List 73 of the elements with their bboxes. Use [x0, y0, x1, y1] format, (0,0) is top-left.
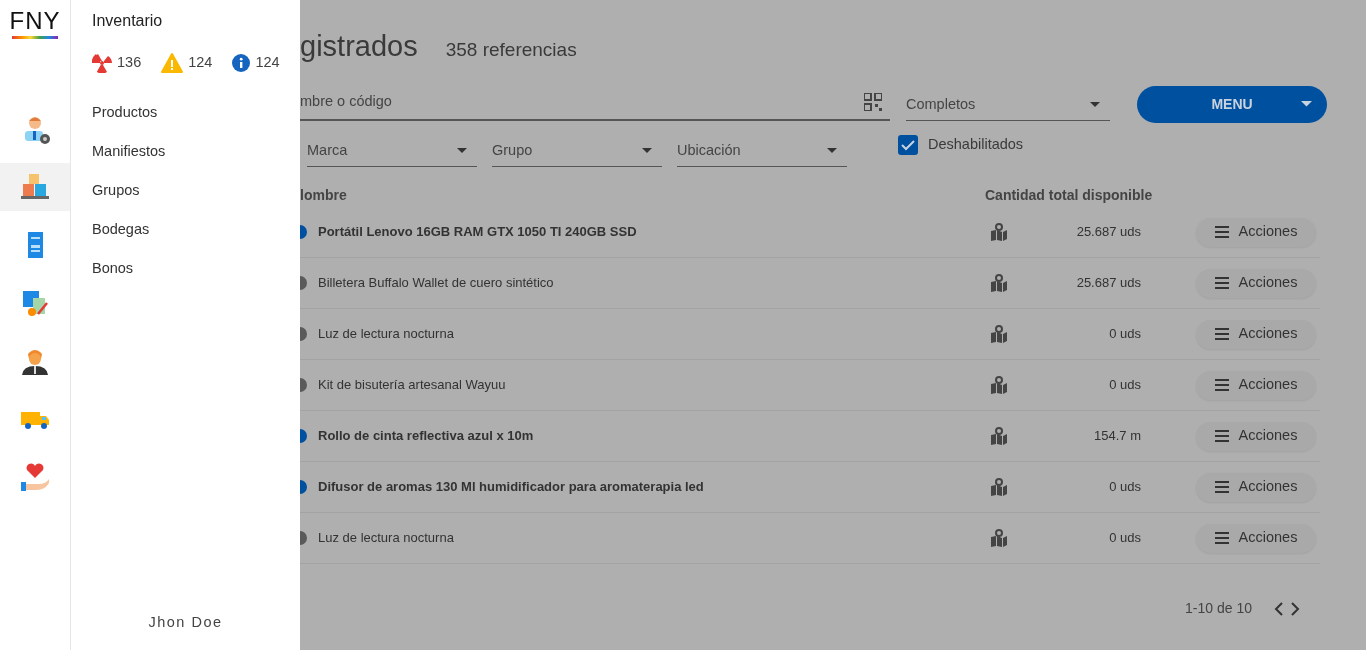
product-name: Luz de lectura nocturna — [318, 325, 455, 344]
map-icon[interactable] — [990, 376, 1008, 394]
menu-icon — [1214, 328, 1229, 340]
warning-icon — [161, 52, 184, 74]
map-icon[interactable] — [990, 325, 1008, 343]
column-header: lombre — [300, 186, 348, 205]
actions-button[interactable]: Acciones — [1196, 370, 1316, 400]
caret-icon — [1090, 102, 1100, 107]
actions-button[interactable]: Acciones — [1196, 421, 1316, 451]
map-icon[interactable] — [990, 274, 1008, 292]
alert-count: 124 — [188, 53, 213, 73]
menu-item[interactable]: Bonos — [92, 248, 300, 288]
menu-icon — [1214, 430, 1229, 442]
next-page-icon[interactable] — [1290, 601, 1300, 616]
filter-select[interactable]: Marca — [307, 135, 477, 167]
pagination-range: 1-10 de 10 — [1185, 599, 1252, 618]
filter-select[interactable]: Ubicación — [677, 135, 847, 167]
quantity: 0 uds — [1108, 478, 1141, 497]
quantity: 25.687 uds — [1075, 223, 1141, 242]
filter-select[interactable]: Grupo — [492, 135, 662, 167]
product-name: Kit de bisutería artesanal Wayuu — [318, 376, 507, 395]
actions-button[interactable]: Acciones — [1196, 319, 1316, 349]
logo: FNY — [9, 9, 61, 39]
boxes-icon — [19, 172, 51, 202]
quantity: 0 uds — [1108, 376, 1141, 395]
menu-icon — [1214, 481, 1229, 493]
page-title: gistrados — [300, 29, 418, 64]
actions-button[interactable]: Acciones — [1196, 472, 1316, 502]
map-icon[interactable] — [990, 478, 1008, 496]
product-name: Rollo de cinta reflectiva azul x 10m — [318, 427, 535, 446]
column-header: Cantidad total disponible — [985, 186, 1153, 205]
quantity: 0 uds — [1108, 325, 1141, 344]
menu-item[interactable]: Manifiestos — [92, 131, 300, 171]
info-icon — [232, 54, 251, 73]
alert-count: 136 — [117, 53, 142, 73]
section-title: Inventario — [92, 11, 164, 31]
quantity: 0 uds — [1108, 529, 1141, 548]
menu-icon — [1214, 532, 1229, 544]
reference-count: 358 referencias — [445, 38, 577, 62]
hazard-icon — [92, 53, 112, 74]
heart-hand-icon — [19, 462, 51, 492]
checkbox[interactable] — [898, 135, 918, 155]
quantity: 25.687 uds — [1075, 274, 1141, 293]
previous-page-icon[interactable] — [1274, 601, 1284, 616]
actions-button[interactable]: Acciones — [1196, 268, 1316, 298]
search-field[interactable]: mbre o código — [300, 91, 864, 113]
menu-icon — [1214, 277, 1229, 289]
alert-count: 124 — [255, 53, 280, 73]
map-icon[interactable] — [990, 529, 1008, 547]
map-icon[interactable] — [990, 223, 1008, 241]
menu-icon — [1214, 379, 1229, 391]
user-name: Jhon Doe — [148, 613, 223, 633]
caret-icon — [457, 148, 467, 153]
product-name: Portátil Lenovo 16GB RAM GTX 1050 TI 240GB SSD — [318, 223, 638, 242]
caret-icon — [642, 148, 652, 153]
caret-icon — [827, 148, 837, 153]
status-select[interactable]: Completos — [906, 89, 1110, 121]
actions-button[interactable]: Acciones — [1196, 523, 1316, 553]
check-icon — [901, 139, 915, 151]
quantity: 154.7 m — [1093, 427, 1141, 446]
product-name: Difusor de aromas 130 Ml humidificador para aromaterapia led — [318, 478, 705, 497]
product-name: Billetera Buffalo Wallet de cuero sintético — [318, 274, 555, 293]
qr-code-icon[interactable] — [864, 93, 882, 111]
map-icon[interactable] — [990, 427, 1008, 445]
product-name: Luz de lectura nocturna — [318, 529, 455, 548]
menu-item[interactable]: Bodegas — [92, 209, 300, 249]
menu-item[interactable]: Grupos — [92, 170, 300, 210]
actions-button[interactable]: Acciones — [1196, 217, 1316, 247]
menu-icon — [1214, 226, 1229, 238]
checkbox-label: Deshabilitados — [928, 135, 1024, 155]
menu-button[interactable]: MENU — [1137, 86, 1327, 123]
caret-icon — [1301, 101, 1312, 107]
menu-item[interactable]: Productos — [92, 92, 300, 132]
